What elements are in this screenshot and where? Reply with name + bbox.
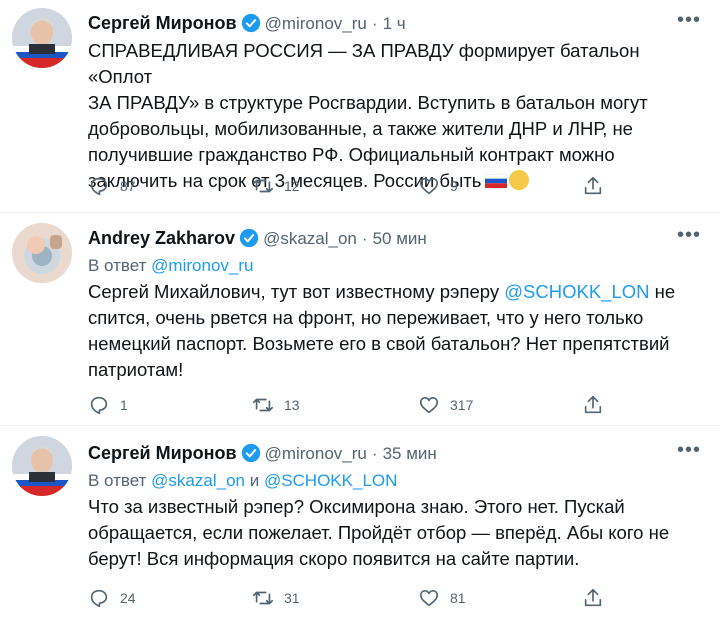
share-button[interactable]	[582, 586, 614, 610]
like-count: 81	[450, 590, 466, 606]
tweet-actions: 24 31 81	[88, 586, 608, 610]
timestamp[interactable]: 50 мин	[373, 229, 427, 248]
more-icon[interactable]: •••	[676, 225, 702, 249]
reply-button[interactable]: 1	[88, 393, 128, 417]
reply-to-mention[interactable]: @SCHOKK_LON	[264, 471, 397, 490]
text-line-content: Сергей Михайлович, тут вот известному рэ…	[88, 281, 505, 302]
verified-badge-icon	[241, 13, 260, 33]
tweet-actions: 1 13 317	[88, 393, 608, 417]
author-name[interactable]: Сергей Миронов	[88, 13, 237, 33]
like-button[interactable]: 9	[418, 174, 458, 198]
retweet-count: 31	[284, 590, 300, 606]
like-button[interactable]: 317	[418, 393, 473, 417]
text-line: ЗА ПРАВДУ» в структуре Росгвардии. Вступ…	[88, 92, 648, 113]
more-icon[interactable]: •••	[676, 440, 702, 464]
author-name[interactable]: Andrey Zakharov	[88, 228, 235, 248]
separator-dot: ·	[361, 229, 368, 248]
tweet-3[interactable]: Сергей Миронов @mironov_ru · 35 мин ••• В…	[0, 426, 720, 625]
text-line: Сергей Михайлович, тут вот известному рэ…	[88, 279, 698, 305]
tweet-actions: 87 12 9	[88, 174, 608, 198]
like-count: 9	[450, 178, 458, 194]
reply-icon	[90, 396, 108, 415]
author-handle[interactable]: @mironov_ru	[265, 444, 367, 463]
retweet-icon	[253, 179, 273, 193]
reply-to-line: В ответ @mironov_ru	[88, 255, 253, 277]
reply-to-prefix: В ответ	[88, 256, 152, 275]
author-handle[interactable]: @mironov_ru	[265, 14, 367, 33]
share-button[interactable]	[582, 174, 614, 198]
retweet-button[interactable]: 12	[252, 174, 300, 198]
text-line: обращается, если пожелает. Пройдёт отбор…	[88, 522, 670, 543]
reply-icon	[90, 589, 108, 608]
tweet-text: Сергей Михайлович, тут вот известному рэ…	[88, 279, 698, 383]
retweet-count: 12	[284, 178, 300, 194]
avatar-icon	[12, 436, 72, 496]
reply-icon	[90, 177, 108, 196]
avatar-icon	[12, 223, 72, 283]
text-line: немецкий паспорт. Возьмете его в свой ба…	[88, 333, 670, 354]
like-count: 317	[450, 397, 474, 413]
text-line: СПРАВЕДЛИВАЯ РОССИЯ — ЗА ПРАВДУ формируе…	[88, 40, 640, 87]
retweet-button[interactable]: 31	[252, 586, 300, 610]
verified-badge-icon	[241, 443, 260, 463]
tweet-header: Сергей Миронов @mironov_ru · 35 мин	[88, 442, 437, 465]
more-icon[interactable]: •••	[676, 10, 702, 34]
author-name[interactable]: Сергей Миронов	[88, 443, 237, 463]
timestamp[interactable]: 35 мин	[383, 444, 437, 463]
tweet-text: СПРАВЕДЛИВАЯ РОССИЯ — ЗА ПРАВДУ формируе…	[88, 38, 698, 194]
reply-to-mention[interactable]: @mironov_ru	[151, 256, 253, 275]
text-line: берут! Вся информация скоро появится на …	[88, 548, 580, 569]
share-button[interactable]	[582, 393, 614, 417]
separator-dot: ·	[371, 444, 378, 463]
text-line: Что за известный рэпер? Оксимирона знаю.…	[88, 496, 625, 517]
share-icon	[584, 588, 602, 607]
like-icon	[419, 397, 439, 414]
tweet-text: Что за известный рэпер? Оксимирона знаю.…	[88, 494, 698, 572]
reply-button[interactable]: 87	[88, 174, 136, 198]
avatar[interactable]	[12, 8, 72, 68]
separator-dot: ·	[371, 14, 378, 33]
like-icon	[419, 178, 439, 195]
avatar[interactable]	[12, 436, 72, 496]
tweet-1[interactable]: Сергей Миронов @mironov_ru · 1 ч ••• СПРА…	[0, 0, 720, 212]
text-line: патриотам!	[88, 359, 184, 380]
tweet-header: Сергей Миронов @mironov_ru · 1 ч	[88, 12, 406, 35]
share-icon	[584, 176, 602, 195]
tweet-header: Andrey Zakharov @skazal_on · 50 мин	[88, 227, 427, 250]
reply-button[interactable]: 24	[88, 586, 136, 610]
reply-to-line: В ответ @skazal_on и @SCHOKK_LON	[88, 470, 397, 492]
author-handle[interactable]: @skazal_on	[263, 229, 357, 248]
text-line: получившие гражданство РФ. Официальный к…	[88, 144, 615, 165]
reply-count: 24	[120, 590, 136, 606]
tweet-2[interactable]: Andrey Zakharov @skazal_on · 50 мин ••• В…	[0, 213, 720, 425]
timestamp[interactable]: 1 ч	[383, 14, 406, 33]
avatar-icon	[12, 8, 72, 68]
reply-to-prefix: В ответ	[88, 471, 152, 490]
retweet-count: 13	[284, 397, 300, 413]
reply-count: 1	[120, 397, 128, 413]
reply-to-mention[interactable]: @skazal_on	[151, 471, 245, 490]
avatar[interactable]	[12, 223, 72, 283]
like-button[interactable]: 81	[418, 586, 466, 610]
verified-badge-icon	[239, 228, 259, 248]
reply-to-joiner: и	[244, 471, 264, 490]
retweet-icon	[253, 398, 273, 412]
like-icon	[419, 590, 439, 607]
retweet-icon	[253, 591, 273, 605]
share-icon	[584, 395, 602, 414]
text-line: добровольцы, мобилизованные, а также жит…	[88, 118, 633, 139]
reply-count: 87	[120, 178, 136, 194]
retweet-button[interactable]: 13	[252, 393, 300, 417]
text-line-content: не	[649, 281, 676, 302]
mention-link[interactable]: @SCHOKK_LON	[504, 281, 649, 302]
text-line: спится, очень рвется на фронт, но пережи…	[88, 307, 644, 328]
